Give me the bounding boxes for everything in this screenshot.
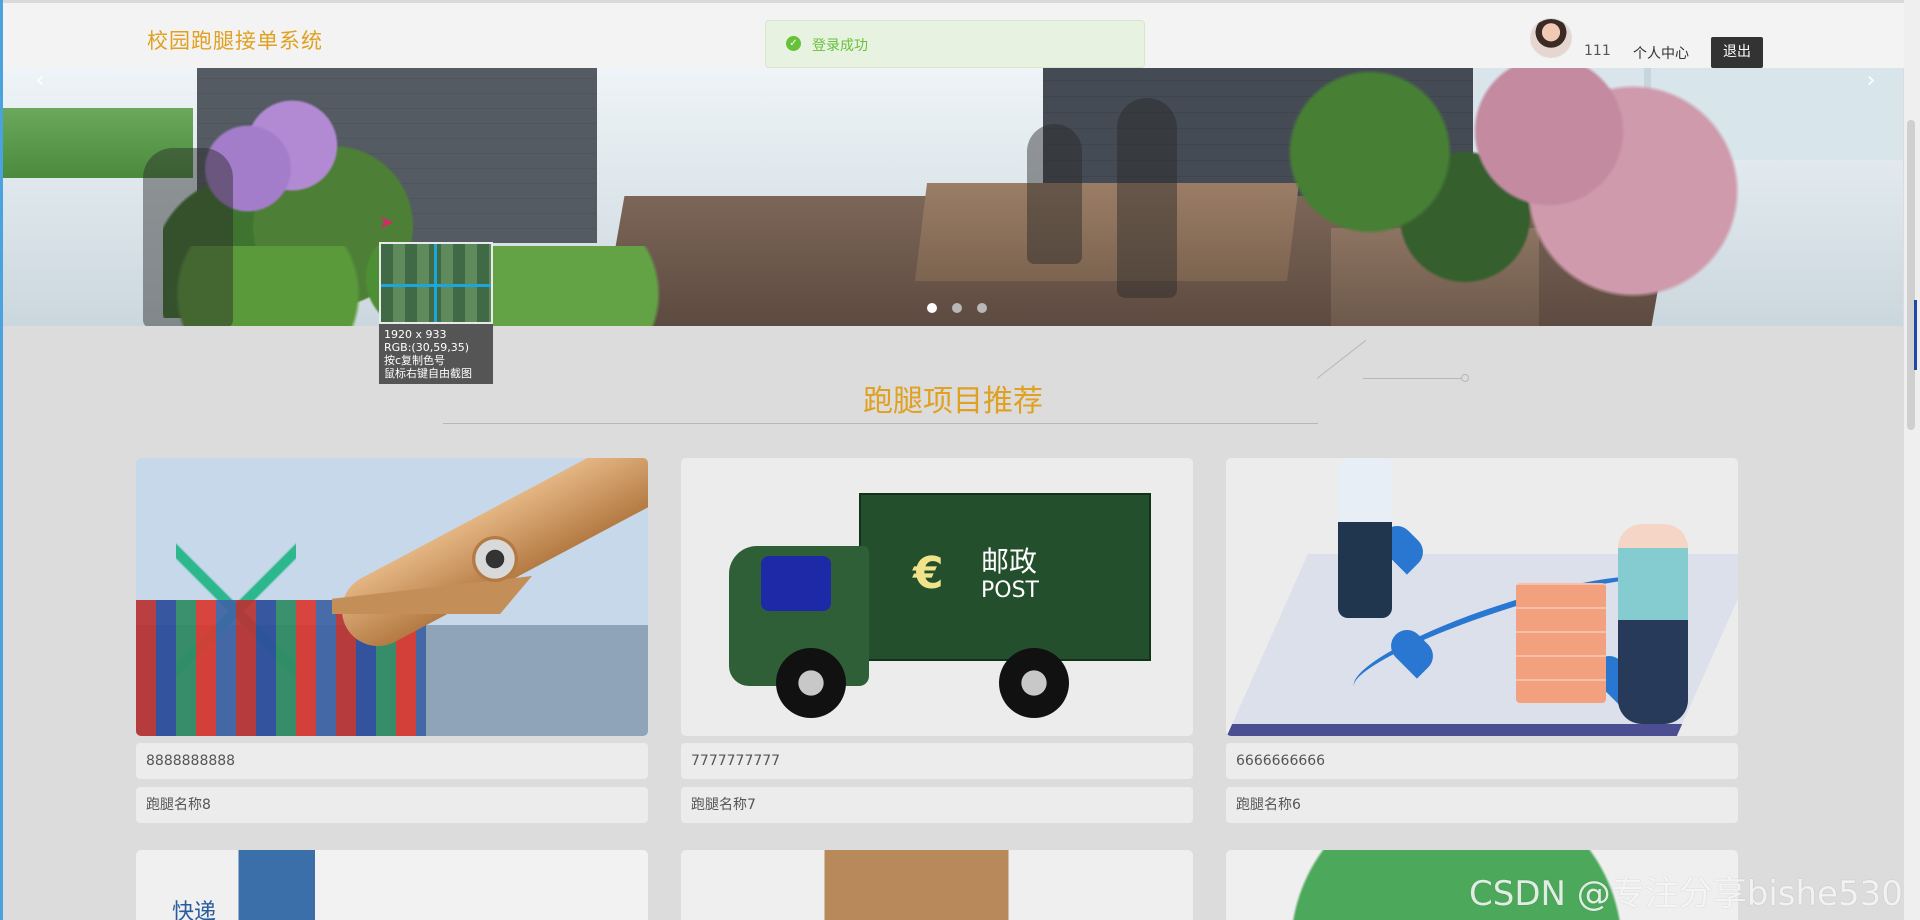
banner-carousel[interactable]: ‹ › [3,68,1903,326]
carousel-dot[interactable] [977,303,988,313]
card-number: 7777777777 [681,743,1193,779]
personal-center-link[interactable]: 个人中心 [1633,43,1689,63]
picker-rgb: RGB:(30,59,35) [384,341,469,354]
screen-color-picker: ➤ 1920 x 933 RGB:(30,59,35) 按c复制色号 鼠标右键自… [379,213,493,384]
browser-page: 校园跑腿接单系统 111 个人中心 退出 ✓ 登录成功 ‹ › ➤ 1920 x… [0,0,1904,920]
card-number: 8888888888 [136,743,648,779]
package-boxes-illustration [1516,583,1606,703]
mouse-cursor-icon: ➤ [379,212,395,233]
success-check-icon: ✓ [786,36,801,51]
picker-size: 1920 x 933 [384,328,447,341]
section-decoration-node [1461,374,1469,382]
person-silhouette [1027,124,1082,264]
recommendation-card-3[interactable]: 6666666666 跑腿名称6 [1226,458,1738,824]
person-silhouette [1117,98,1177,298]
login-success-toast: ✓ 登录成功 [765,20,1145,68]
express-sign-label: 快递 [172,900,217,920]
card-name[interactable]: 跑腿名称8 [136,787,648,823]
section-title: 跑腿项目推荐 [863,384,1043,419]
carousel-dot-active[interactable] [927,303,937,313]
truck-wheel [999,648,1069,718]
truck-window [761,556,831,611]
airplane-engine-image [472,536,518,582]
card-number: 6666666666 [1226,743,1738,779]
scrollbar-thumb[interactable] [1907,120,1915,430]
truck-wheel [776,648,846,718]
banner-blossom-tree [1213,68,1773,308]
next-card-express[interactable]: 快递 [136,850,648,920]
picker-copy-tip: 按c复制色号 [384,354,446,367]
recommendation-card-1[interactable]: 8888888888 跑腿名称8 [136,458,648,824]
carousel-indicators [927,298,997,317]
banner-prev-arrow-icon[interactable]: ‹ [27,68,53,94]
scrollbar-accent [1914,300,1917,370]
section-decoration-top-line [1363,378,1463,379]
picker-magnifier [379,242,493,324]
csdn-watermark: CSDN @专注分享bishe530 [1469,874,1903,914]
picker-info: 1920 x 933 RGB:(30,59,35) 按c复制色号 鼠标右键自由截… [379,324,493,384]
card-name[interactable]: 跑腿名称7 [681,787,1193,823]
carousel-dot[interactable] [952,303,963,313]
banner-next-arrow-icon[interactable]: › [1858,68,1884,94]
card-image-air-freight[interactable] [136,458,648,736]
user-avatar[interactable] [1530,18,1572,58]
recommendation-card-2[interactable]: € 邮政 POST 7777777777 跑腿名称7 [681,458,1193,824]
toast-message: 登录成功 [812,38,868,54]
logout-button[interactable]: 退出 [1711,37,1763,68]
site-brand[interactable]: 校园跑腿接单系统 [147,25,323,55]
post-logo-icon: € [913,548,944,599]
next-card-hat[interactable] [681,850,1193,920]
person-silhouette [143,148,233,326]
post-chinese-label: 邮政 [981,545,1038,578]
section-header: 跑腿项目推荐 [443,339,1469,428]
card-image-map-delivery[interactable] [1226,458,1738,736]
user-id[interactable]: 111 [1584,43,1611,59]
courier-illustration [1618,524,1688,724]
section-underline [443,423,1318,424]
card-name[interactable]: 跑腿名称6 [1226,787,1738,823]
card-image-post-truck[interactable]: € 邮政 POST [681,458,1193,736]
businessman-illustration [1338,458,1392,618]
section-decoration-line [1316,339,1367,379]
picker-screenshot-tip: 鼠标右键自由截图 [384,367,472,380]
post-english-label: POST [981,578,1039,603]
